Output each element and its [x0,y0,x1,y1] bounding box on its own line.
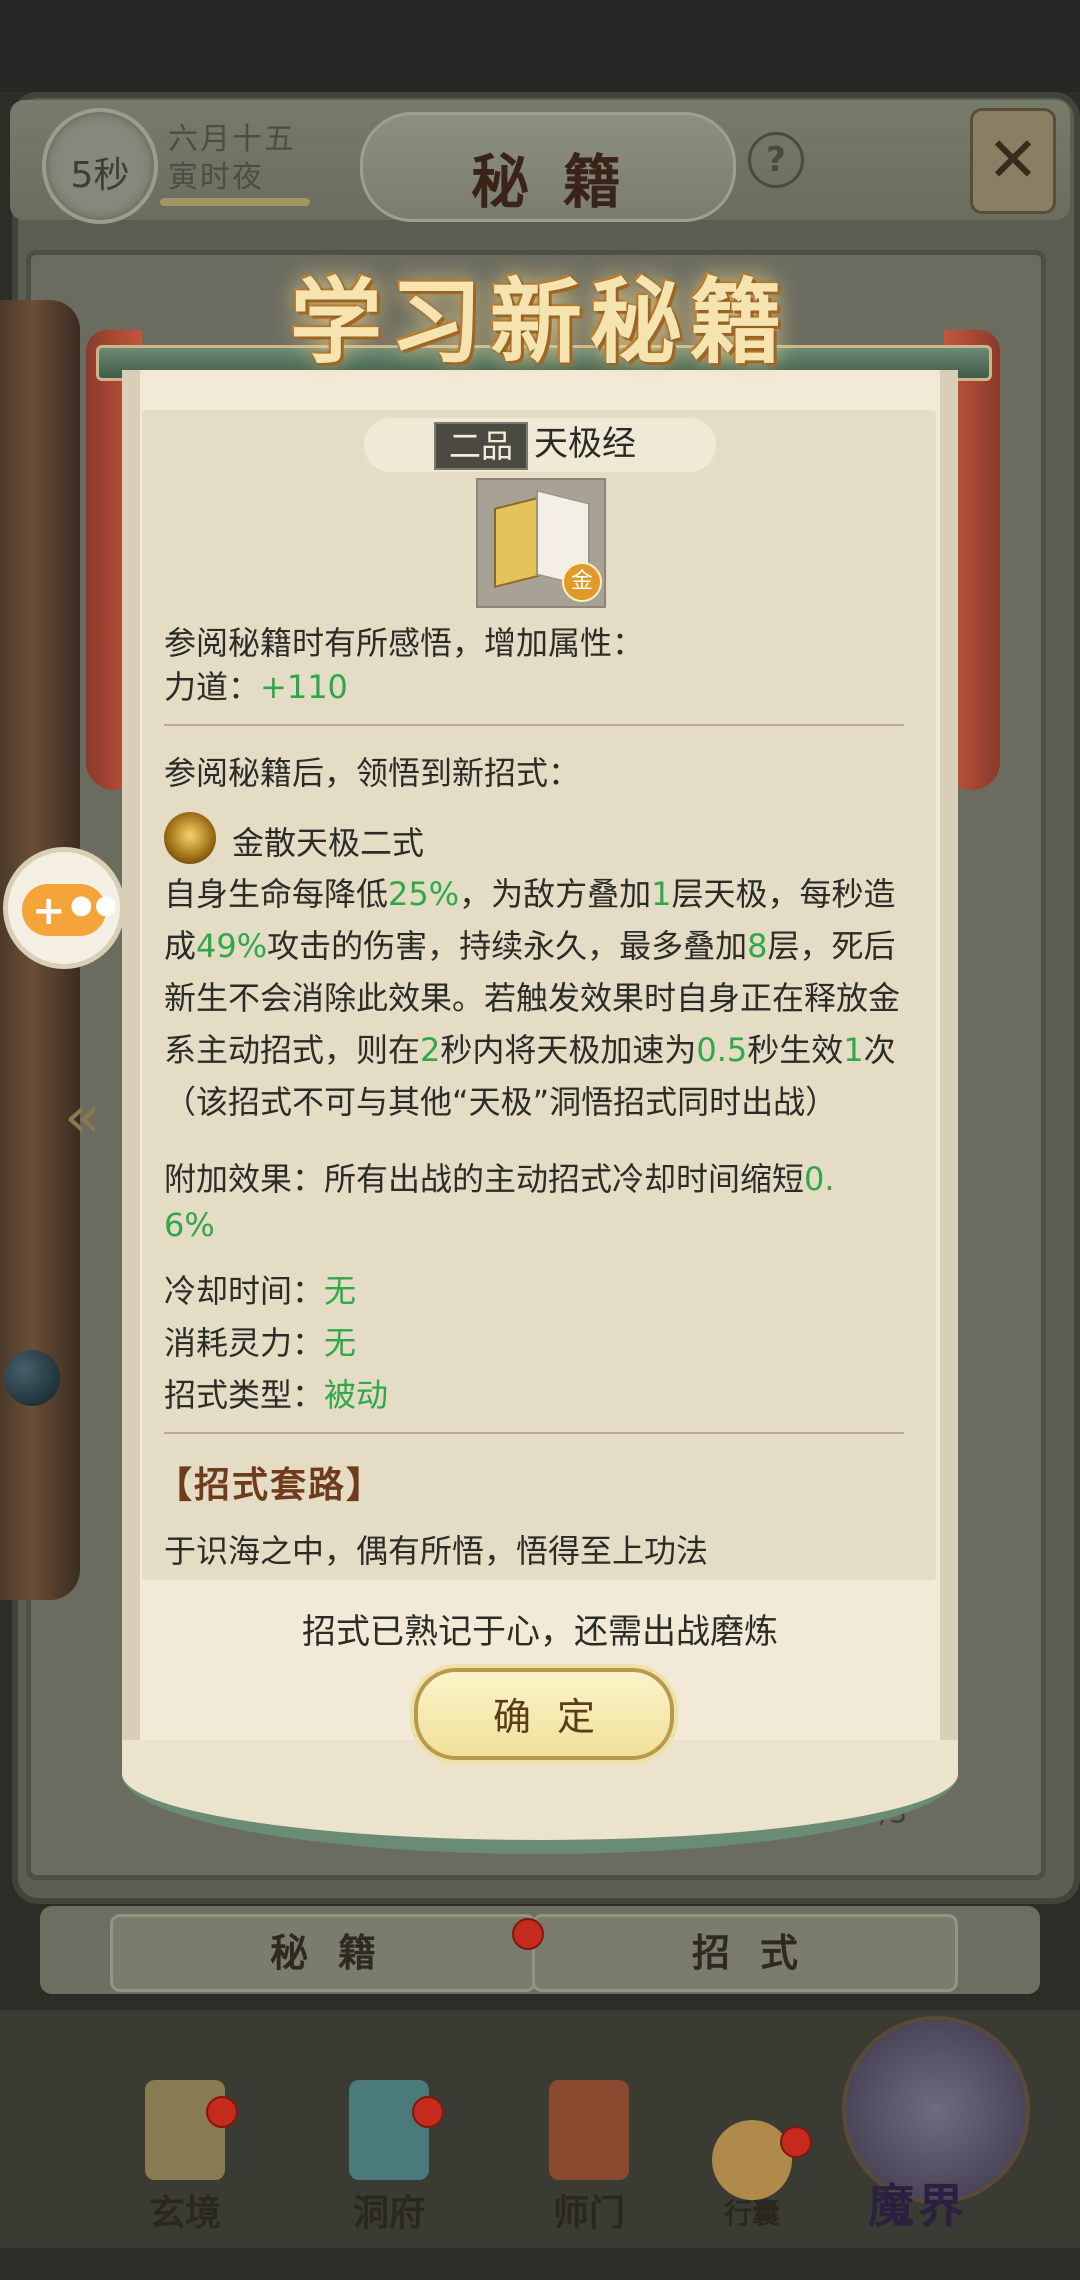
type-label: 招式类型： [164,1376,325,1414]
skill-icon [164,812,216,864]
confirm-label: 确定 [492,1695,621,1739]
type-value: 被动 [324,1376,389,1414]
attribute-intro: 参阅秘籍时有所感悟，增加属性： [164,624,645,662]
banner-icon [549,2080,629,2180]
skill-description: 自身生命每降低25%，为敌方叠加1层天极，每秒造成49%攻击的伤害，持续永久，最… [164,868,924,1128]
desc-highlight: 1 [651,875,672,913]
gold-badge: 金 [562,562,602,602]
book-icon: 金 [476,478,606,608]
divider [164,724,904,726]
pouch-icon [712,2120,792,2200]
notification-dot [206,2096,238,2128]
extra-label: 附加效果：所有出战的主动招式冷却时间缩短 [164,1160,805,1198]
timer-badge: 5秒 [42,108,158,224]
nav-label: 玄境 [148,2192,221,2234]
scroll-bead [4,1350,60,1406]
nav-xuanjing[interactable]: 玄境 [110,2080,260,2240]
stat-row: 力道：+110 [164,662,348,708]
close-button[interactable]: ✕ [970,108,1056,214]
status-area [0,0,1080,92]
notification-dot [512,1918,544,1950]
time-progress-bar [160,198,310,206]
desc-text: 秒生效 [747,1031,844,1069]
desc-highlight: 8 [747,927,768,965]
nav-label: 洞府 [352,2192,425,2234]
timer-text: 5秒 [70,155,130,196]
notification-dot [412,2096,444,2128]
cooldown-label: 冷却时间： [164,1272,325,1310]
desc-text: 攻击的伤害，持续永久，最多叠加 [267,927,748,965]
scroll-icon [145,2080,225,2180]
nav-label: 师门 [552,2192,625,2234]
desc-highlight: 0.5 [696,1031,748,1069]
stat-value: +110 [260,668,348,706]
grade-tag: 二品 [434,422,528,470]
nav-shimen[interactable]: 师门 [514,2080,664,2240]
desc-text: 自身生命每降低 [164,875,389,913]
cost-value: 无 [324,1324,357,1362]
desc-highlight: 1 [843,1031,864,1069]
hint-text: 招式已熟记于心，还需出战磨炼 [302,1612,778,1652]
type-row: 招式类型：被动 [164,1370,388,1416]
learn-line: 参阅秘籍后，领悟到新招式： [164,754,581,792]
gamepad-icon: + ●● [22,884,117,936]
tab-moves[interactable]: 招式 [532,1914,958,1992]
stat-label: 力道： [164,668,261,706]
title-plaque: 秘籍 [360,112,736,222]
cooldown-row: 冷却时间：无 [164,1266,356,1312]
dialog-headline: 学习新秘籍 [289,268,790,376]
notification-dot [780,2126,812,2158]
double-arrow-left-icon[interactable]: « [64,1082,101,1152]
close-icon: ✕ [987,123,1039,196]
gamepad-float-button[interactable]: + ●● [8,852,120,964]
extra-effect: 附加效果：所有出战的主动招式冷却时间缩短0. [164,1154,835,1200]
time-text: 寅时夜 [168,160,264,195]
section-title: 【招式套路】 [156,1464,385,1506]
page-title: 秘籍 [470,148,655,216]
section-text: 于识海之中，偶有所悟，悟得至上功法 [164,1532,709,1570]
desc-highlight: 25% [388,875,460,913]
extra-value-wrap: 6% [164,1206,215,1244]
skill-name: 金散天极二式 [232,824,425,862]
nav-label-demon-realm[interactable]: 魔界 [868,2170,968,2236]
desc-highlight: 2 [420,1031,441,1069]
help-button[interactable]: ? [748,132,804,188]
book-name: 天极经 [534,424,636,464]
cost-label: 消耗灵力： [164,1324,325,1362]
pavilion-icon [349,2080,429,2180]
confirm-button[interactable]: 确定 [414,1668,674,1760]
desc-highlight: 49% [196,927,268,965]
divider [164,1432,904,1434]
extra-value: 0. [804,1160,835,1198]
tab-secret-books[interactable]: 秘籍 [110,1914,536,1992]
nav-label: 行囊 [723,2197,780,2230]
desc-text: ，为敌方叠加 [459,875,652,913]
cost-row: 消耗灵力：无 [164,1318,356,1364]
cooldown-value: 无 [324,1272,357,1310]
desc-text: 秒内将天极加速为 [440,1031,697,1069]
